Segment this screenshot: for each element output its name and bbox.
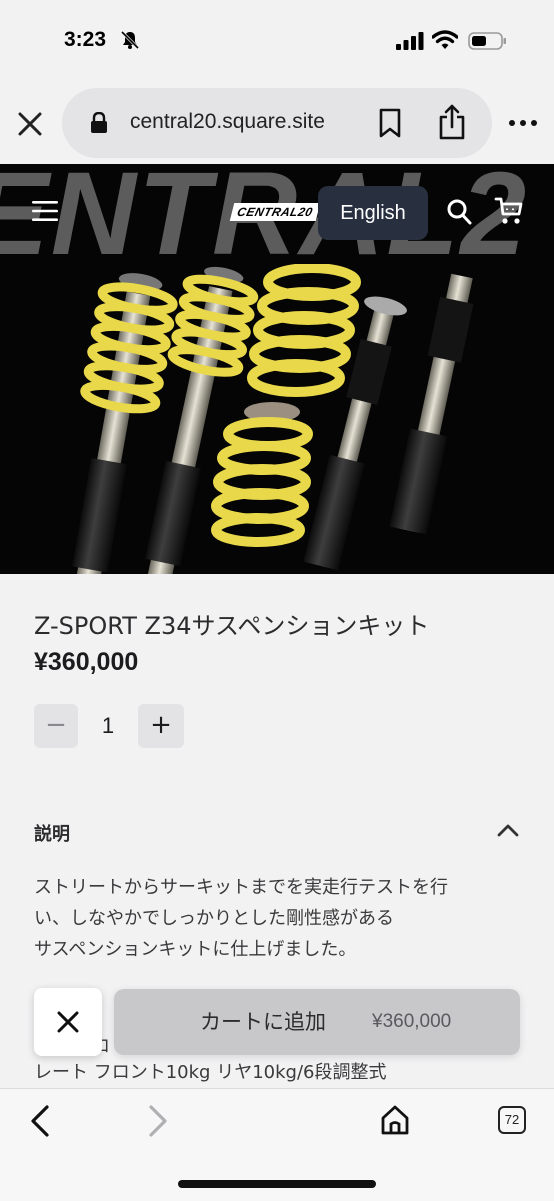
- description-text: ストリートからサーキットまでを実走行テストを行 い、しなやかでしっかりとした剛性…: [34, 872, 514, 965]
- home-icon[interactable]: [380, 1104, 410, 1136]
- add-to-cart-button[interactable]: カートに追加 ¥360,000: [114, 989, 520, 1055]
- back-icon[interactable]: [28, 1104, 52, 1138]
- quantity-value[interactable]: 1: [78, 704, 138, 748]
- product-price: ¥360,000: [34, 648, 139, 676]
- search-icon[interactable]: [446, 198, 472, 226]
- description-line: サスペンションキットに仕上げました。: [34, 939, 357, 960]
- spring-loose-bottom: [211, 402, 313, 547]
- add-to-cart-price: ¥360,000: [372, 1011, 452, 1032]
- quantity-increase-button[interactable]: +: [138, 704, 184, 748]
- product-image: [69, 264, 474, 574]
- forward-icon[interactable]: [146, 1104, 170, 1138]
- language-button[interactable]: English: [318, 186, 428, 240]
- description-spec-line: レート フロント10kg リヤ10kg/6段調整式: [34, 1062, 387, 1083]
- cellular-signal-icon: [396, 32, 424, 50]
- quantity-decrease-button[interactable]: −: [34, 704, 78, 748]
- description-line: ストリートからサーキットまでを実走行テストを行: [34, 877, 448, 898]
- silent-bell-icon: [120, 30, 140, 50]
- chevron-up-icon[interactable]: [496, 822, 520, 838]
- close-icon[interactable]: [16, 110, 44, 138]
- battery-icon: [468, 32, 506, 50]
- description-heading[interactable]: 説明: [34, 820, 70, 846]
- home-indicator[interactable]: [178, 1180, 376, 1188]
- lock-icon: [91, 112, 107, 133]
- dismiss-button[interactable]: [34, 988, 102, 1056]
- bookmark-icon[interactable]: [378, 108, 402, 138]
- share-icon[interactable]: [438, 104, 466, 140]
- wifi-icon: [432, 30, 458, 49]
- product-title: Z-SPORT Z34サスペンションキット: [34, 612, 430, 640]
- status-time: 3:23: [64, 28, 107, 51]
- site-logo-text: CENTRAL20: [235, 205, 315, 219]
- description-line: い、しなやかでしっかりとした剛性感がある: [34, 908, 394, 929]
- url-text[interactable]: central20.square.site: [130, 110, 325, 134]
- close-icon: [57, 1011, 79, 1033]
- more-options-icon[interactable]: [508, 118, 538, 128]
- coilover-3: [303, 296, 407, 571]
- tab-count-button[interactable]: 72: [498, 1106, 526, 1134]
- hamburger-menu-icon[interactable]: [30, 198, 60, 224]
- spring-loose-top: [247, 264, 361, 397]
- cart-icon[interactable]: [494, 196, 524, 226]
- site-logo[interactable]: CENTRAL20: [229, 203, 321, 221]
- add-to-cart-label: カートに追加: [200, 1010, 326, 1034]
